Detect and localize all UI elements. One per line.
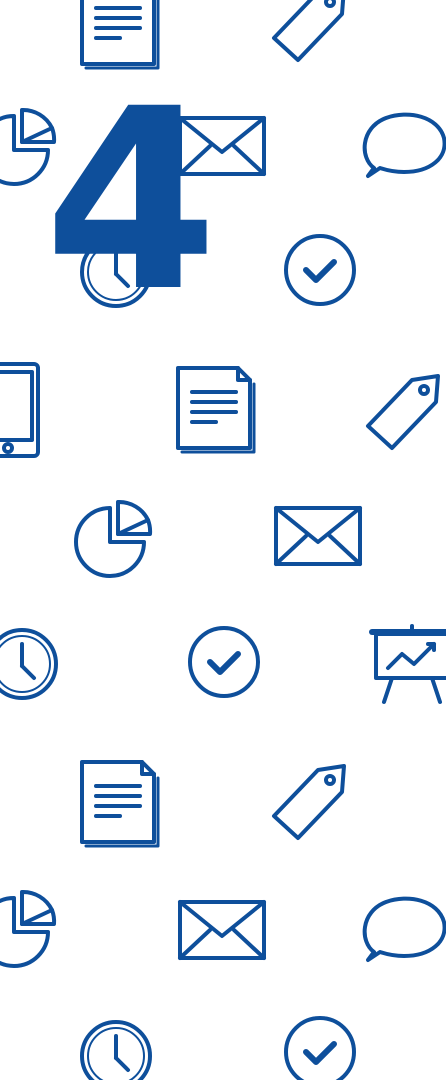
check-circle-icon	[188, 626, 260, 698]
envelope-icon	[274, 506, 362, 566]
clock-icon	[0, 628, 58, 700]
big-number-four: 4	[44, 55, 218, 346]
tag-icon	[272, 764, 346, 840]
envelope-icon	[178, 900, 266, 960]
background-canvas: 4	[0, 0, 446, 1080]
presentation-chart-icon	[369, 624, 446, 704]
tag-icon	[272, 0, 346, 62]
chat-bubble-icon	[362, 896, 446, 962]
tag-icon	[366, 374, 440, 450]
check-circle-icon	[284, 1016, 356, 1080]
pie-chart-icon	[0, 889, 57, 968]
tablet-icon	[0, 362, 40, 458]
clock-icon	[80, 1020, 152, 1080]
document-icon	[176, 366, 256, 454]
pie-chart-icon	[74, 499, 153, 578]
document-icon	[80, 760, 160, 848]
chat-bubble-icon	[362, 112, 446, 178]
check-circle-icon	[284, 234, 356, 306]
